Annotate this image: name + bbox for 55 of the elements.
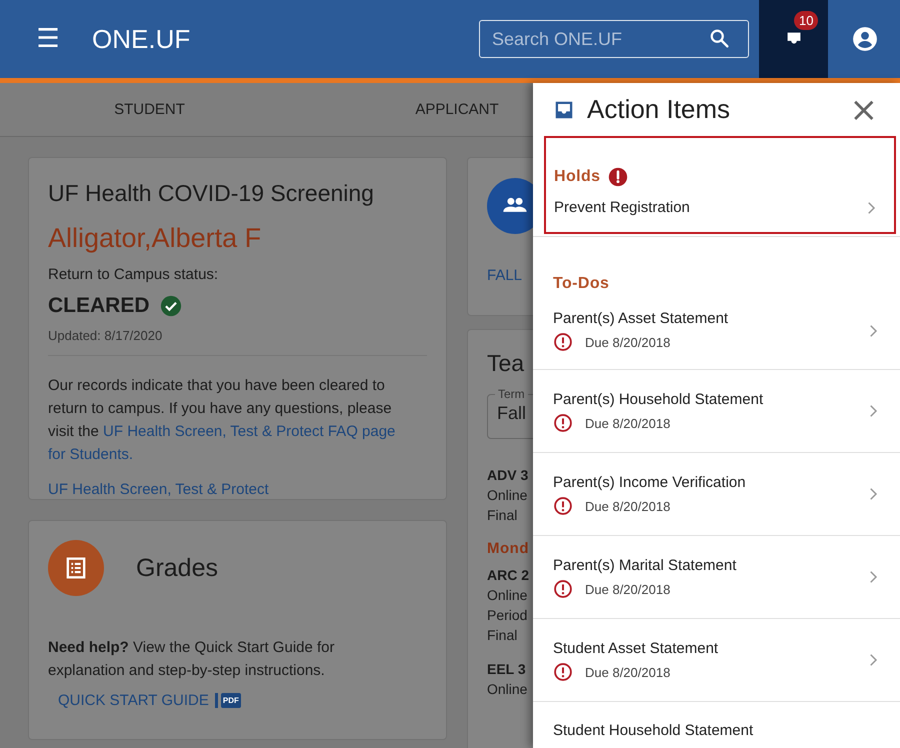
day-heading: Mond (487, 539, 530, 559)
nav-tab[interactable]: APPLICANT (382, 83, 532, 136)
warning-icon (553, 662, 573, 682)
status-label: Return to Campus status: (48, 266, 220, 283)
field-value: Fall (497, 403, 528, 424)
course-detail: Final (487, 506, 518, 525)
due-date: Due 8/20/2018 (585, 416, 670, 430)
search-field[interactable]: Search ONE.UF (479, 20, 749, 58)
todo-title[interactable]: Parent(s) Asset Statement (553, 310, 864, 327)
status-message: Our records indicate that you have been cleared to return to campus. If you have any questions, please visit the UF Health Screen, Test & Protect FAQ page for Students. (48, 376, 396, 465)
notification-badge: 10 (794, 11, 818, 30)
todo-title[interactable]: Parent(s) Household Statement (553, 391, 864, 408)
account-icon (852, 26, 878, 52)
course-code: ARC 2 (487, 566, 530, 585)
warning-icon (553, 332, 573, 352)
alert-icon (608, 167, 628, 187)
help-text: Need help? View the Quick Start Guide for explanation and step-by-step instructions. (48, 638, 336, 681)
updated-date: Updated: 8/17/2020 (48, 328, 427, 356)
inbox-button[interactable]: 10 (759, 0, 828, 78)
course-code: EEL 3 (487, 660, 527, 679)
checkmark-icon (160, 295, 182, 317)
warning-icon (553, 413, 573, 433)
section-heading: To-Dos (553, 275, 610, 293)
close-button[interactable]: × (850, 92, 878, 126)
todo-title[interactable]: Student Household Statement (553, 722, 882, 739)
course-detail: Online (487, 680, 528, 699)
due-date: Due 8/20/2018 (585, 664, 670, 680)
field-label: Term (497, 387, 526, 401)
pdf-badge: PDF (220, 693, 241, 708)
hold-title[interactable]: Prevent Registration (554, 199, 690, 216)
todo-title[interactable]: Student Asset Statement (553, 640, 864, 657)
card-title: Grades (136, 554, 218, 582)
warning-icon (553, 496, 573, 516)
due-date: Due 8/20/2018 (585, 334, 670, 350)
status-text: CLEARED (48, 294, 150, 318)
due-date: Due 8/20/2018 (585, 498, 670, 514)
card-title: UF Health COVID-19 Screening (48, 180, 375, 207)
course-code: ADV 3 (487, 466, 530, 485)
course-detail: Online (487, 586, 528, 605)
due-date: Due 8/20/2018 (585, 582, 670, 596)
card-title: Tea (487, 350, 526, 377)
nav-tab[interactable]: STUDENT (0, 83, 299, 136)
menu-button[interactable]: ☰ (33, 26, 63, 52)
warning-icon (553, 579, 573, 599)
course-detail: Online (487, 486, 528, 505)
app-title: ONE.UF (92, 24, 190, 54)
section-heading: Holds (554, 168, 600, 186)
course-detail: Period (487, 606, 528, 625)
panel-title: Action Items (587, 94, 732, 125)
todo-title[interactable]: Parent(s) Marital Statement (553, 557, 864, 574)
course-detail: Final (487, 626, 518, 645)
account-button[interactable] (852, 26, 878, 52)
search-icon[interactable] (709, 28, 731, 50)
todo-title[interactable]: Parent(s) Income Verification (553, 474, 864, 491)
student-name: Alligator,Alberta F (48, 223, 262, 254)
